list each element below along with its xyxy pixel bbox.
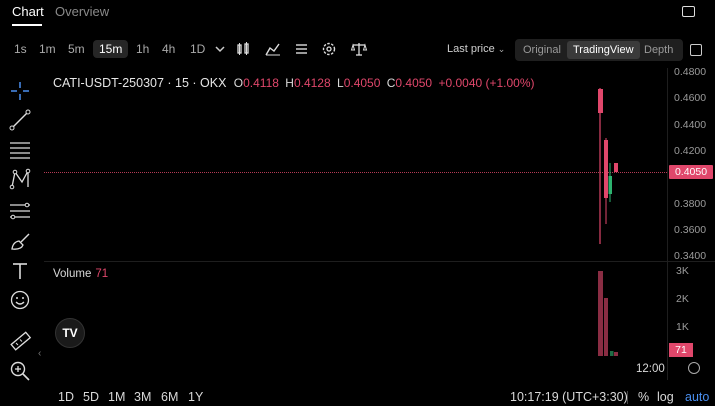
last-price-label: Last price: [447, 43, 495, 55]
interval-1m[interactable]: 1m: [39, 42, 56, 56]
emoji-icon[interactable]: [9, 289, 31, 311]
drawing-toolbar: [0, 76, 40, 386]
bottom-bar: 1D 5D 1M 3M 6M 1Y 10:17:19 (UTC+3:30) % …: [0, 388, 715, 406]
fullscreen-icon[interactable]: [690, 44, 702, 56]
price-tick: 0.4400: [674, 119, 707, 131]
chevron-down-icon[interactable]: [212, 41, 228, 57]
price-tick: 0.3600: [674, 224, 707, 236]
candle: [614, 163, 618, 172]
divider: [627, 391, 628, 404]
text-icon[interactable]: [9, 260, 31, 282]
tab-chart[interactable]: Chart: [12, 4, 44, 19]
last-price-select[interactable]: Last price ⌄: [447, 43, 505, 55]
range-1y[interactable]: 1Y: [188, 390, 203, 404]
fib-icon[interactable]: [9, 200, 31, 222]
chevron-down-icon: ⌄: [497, 44, 506, 54]
candle: [608, 176, 612, 194]
view-tradingview[interactable]: TradingView: [567, 41, 640, 59]
time-tick: 12:00: [636, 363, 665, 375]
interval-15m[interactable]: 15m: [93, 40, 129, 58]
axis-divider: [667, 68, 668, 380]
symbol-label: CATI-USDT-250307 · 15 · OKX: [53, 76, 227, 90]
range-5d[interactable]: 5D: [83, 390, 99, 404]
price-tick: 0.4800: [674, 66, 707, 78]
auto-toggle[interactable]: auto: [685, 390, 709, 404]
open-value: 0.4118: [243, 76, 279, 90]
range-1d[interactable]: 1D: [58, 390, 74, 404]
interval-1d[interactable]: 1D: [190, 42, 205, 56]
interval-5m[interactable]: 5m: [68, 42, 85, 56]
range-3m[interactable]: 3M: [134, 390, 151, 404]
high-value: 0.4128: [293, 76, 331, 90]
view-depth[interactable]: Depth: [644, 44, 673, 56]
volume-chart[interactable]: [44, 262, 666, 358]
tab-overview[interactable]: Overview: [55, 4, 109, 19]
top-tabs: Chart Overview: [0, 0, 715, 26]
log-toggle[interactable]: log: [657, 390, 674, 404]
collapse-toolbar-icon[interactable]: ‹: [38, 348, 41, 359]
crosshair-icon[interactable]: [9, 80, 31, 102]
chart-legend: CATI-USDT-250307 · 15 · OKX O0.4118 H0.4…: [53, 76, 535, 90]
window-icon[interactable]: [682, 6, 695, 17]
tradingview-logo[interactable]: TV: [55, 318, 85, 348]
volume-tick: 3K: [676, 265, 689, 277]
range-1m[interactable]: 1M: [108, 390, 125, 404]
volume-bar: [614, 352, 618, 356]
settings-icon[interactable]: [321, 41, 337, 57]
candle: [604, 140, 608, 198]
view-original[interactable]: Original: [523, 44, 561, 56]
volume-tag: 71: [669, 343, 693, 357]
percent-toggle[interactable]: %: [638, 390, 649, 404]
volume-tick: 2K: [676, 293, 689, 305]
low-key: L: [337, 76, 344, 90]
horizontal-lines-icon[interactable]: [9, 138, 31, 160]
range-6m[interactable]: 6M: [161, 390, 178, 404]
indicators-icon[interactable]: [265, 41, 281, 57]
low-value: 0.4050: [343, 76, 381, 90]
volume-bar: [604, 298, 608, 356]
high-key: H: [285, 76, 294, 90]
list-icon[interactable]: [293, 41, 309, 57]
volume-tick: 1K: [676, 321, 689, 333]
price-tick: 0.4200: [674, 145, 707, 157]
candle: [598, 89, 603, 113]
brush-icon[interactable]: [9, 230, 31, 252]
candles-icon[interactable]: [235, 41, 251, 57]
scale-icon[interactable]: [350, 41, 368, 57]
price-tick: 0.3800: [674, 198, 707, 210]
chart-toolbar: 1s 1m 5m 15m 1h 4h 1D Last price ⌄ Origi…: [0, 38, 715, 62]
open-key: O: [233, 76, 244, 90]
close-value: 0.4050: [395, 76, 433, 90]
volume-bar: [610, 351, 614, 356]
clock-timezone[interactable]: 10:17:19 (UTC+3:30): [510, 390, 628, 404]
trendline-icon[interactable]: [9, 109, 31, 131]
volume-bar: [598, 271, 603, 356]
interval-1h[interactable]: 1h: [136, 42, 149, 56]
ruler-icon[interactable]: [9, 330, 32, 352]
change-value: +0.0040 (+1.00%): [438, 76, 535, 90]
price-tick: 0.4600: [674, 92, 707, 104]
interval-1s[interactable]: 1s: [14, 42, 27, 56]
interval-4h[interactable]: 4h: [162, 42, 175, 56]
zoom-in-icon[interactable]: [9, 360, 31, 382]
current-price-tag: 0.4050: [669, 165, 713, 179]
axis-settings-icon[interactable]: [688, 362, 700, 374]
candlestick-chart[interactable]: [44, 68, 666, 260]
pattern-icon[interactable]: [9, 168, 31, 190]
active-tab-indicator: [12, 24, 42, 26]
view-switcher: Original TradingView Depth: [515, 39, 683, 61]
